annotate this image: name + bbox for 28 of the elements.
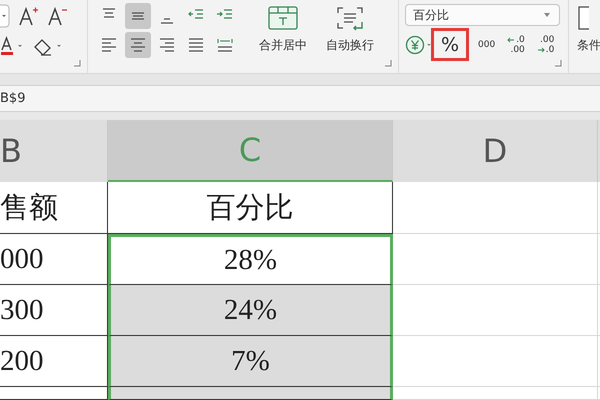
column-header[interactable]: B bbox=[0, 120, 108, 182]
merge-center-button[interactable]: 合并居中 bbox=[259, 5, 307, 59]
decrease-decimal-button[interactable]: .00 .0 bbox=[534, 34, 558, 54]
arrow-icon[interactable] bbox=[507, 36, 516, 42]
currency-icon[interactable] bbox=[405, 34, 433, 56]
percent-button[interactable]: % bbox=[431, 28, 469, 61]
decrease-font-size-icon[interactable] bbox=[48, 6, 68, 26]
table-cell: 28% bbox=[108, 234, 393, 285]
table-cell: 24% bbox=[108, 285, 393, 336]
thousands-separator-button[interactable]: 000 bbox=[475, 40, 498, 50]
wrap-text-button[interactable]: 自动换行 bbox=[326, 5, 374, 59]
table-cell: 7% bbox=[108, 336, 393, 387]
increase-font-size-icon[interactable] bbox=[19, 6, 39, 26]
column-header[interactable]: D bbox=[393, 120, 598, 182]
number-format-value: 百分比 bbox=[413, 6, 449, 24]
dialog-launcher-icon[interactable] bbox=[555, 60, 562, 67]
merge-cells-icon[interactable] bbox=[267, 5, 299, 31]
align-center-icon[interactable] bbox=[125, 32, 151, 58]
font-color-icon[interactable] bbox=[0, 36, 24, 56]
dialog-launcher-icon[interactable] bbox=[385, 60, 392, 67]
number-format-dropdown[interactable]: 百分比 bbox=[405, 4, 560, 26]
formula-text: B$9 bbox=[0, 91, 26, 106]
dropdown-arrow-icon[interactable] bbox=[543, 12, 551, 18]
dialog-launcher-icon[interactable] bbox=[74, 60, 81, 67]
arrow-icon[interactable] bbox=[536, 46, 545, 52]
align-middle-icon[interactable] bbox=[125, 3, 151, 29]
increase-decimal-button[interactable]: .0 .00 bbox=[504, 34, 528, 54]
table-cell: 百分比 bbox=[108, 182, 393, 234]
